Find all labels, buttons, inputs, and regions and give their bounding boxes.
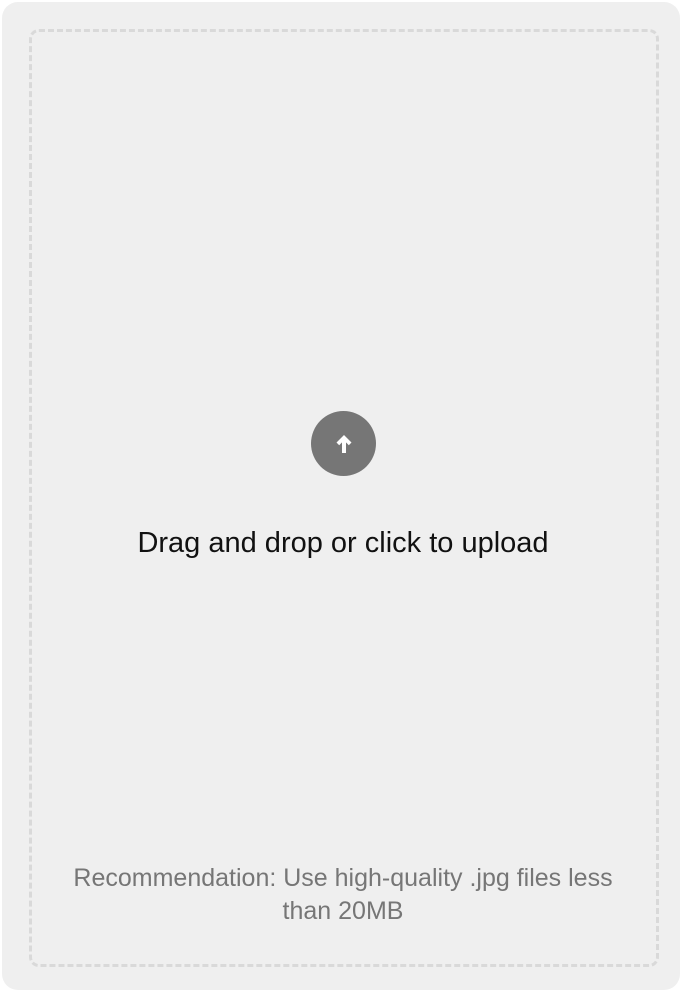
upload-prompt-text[interactable]: Drag and drop or click to upload [92, 524, 594, 562]
arrow-up-circle-icon[interactable] [311, 411, 376, 476]
arrow-up-icon [336, 434, 351, 453]
upload-card: Drag and drop or click to upload Recomme… [2, 2, 680, 990]
upload-recommendation-text: Recommendation: Use high-quality .jpg fi… [73, 864, 613, 925]
upload-dropzone[interactable] [29, 29, 659, 967]
